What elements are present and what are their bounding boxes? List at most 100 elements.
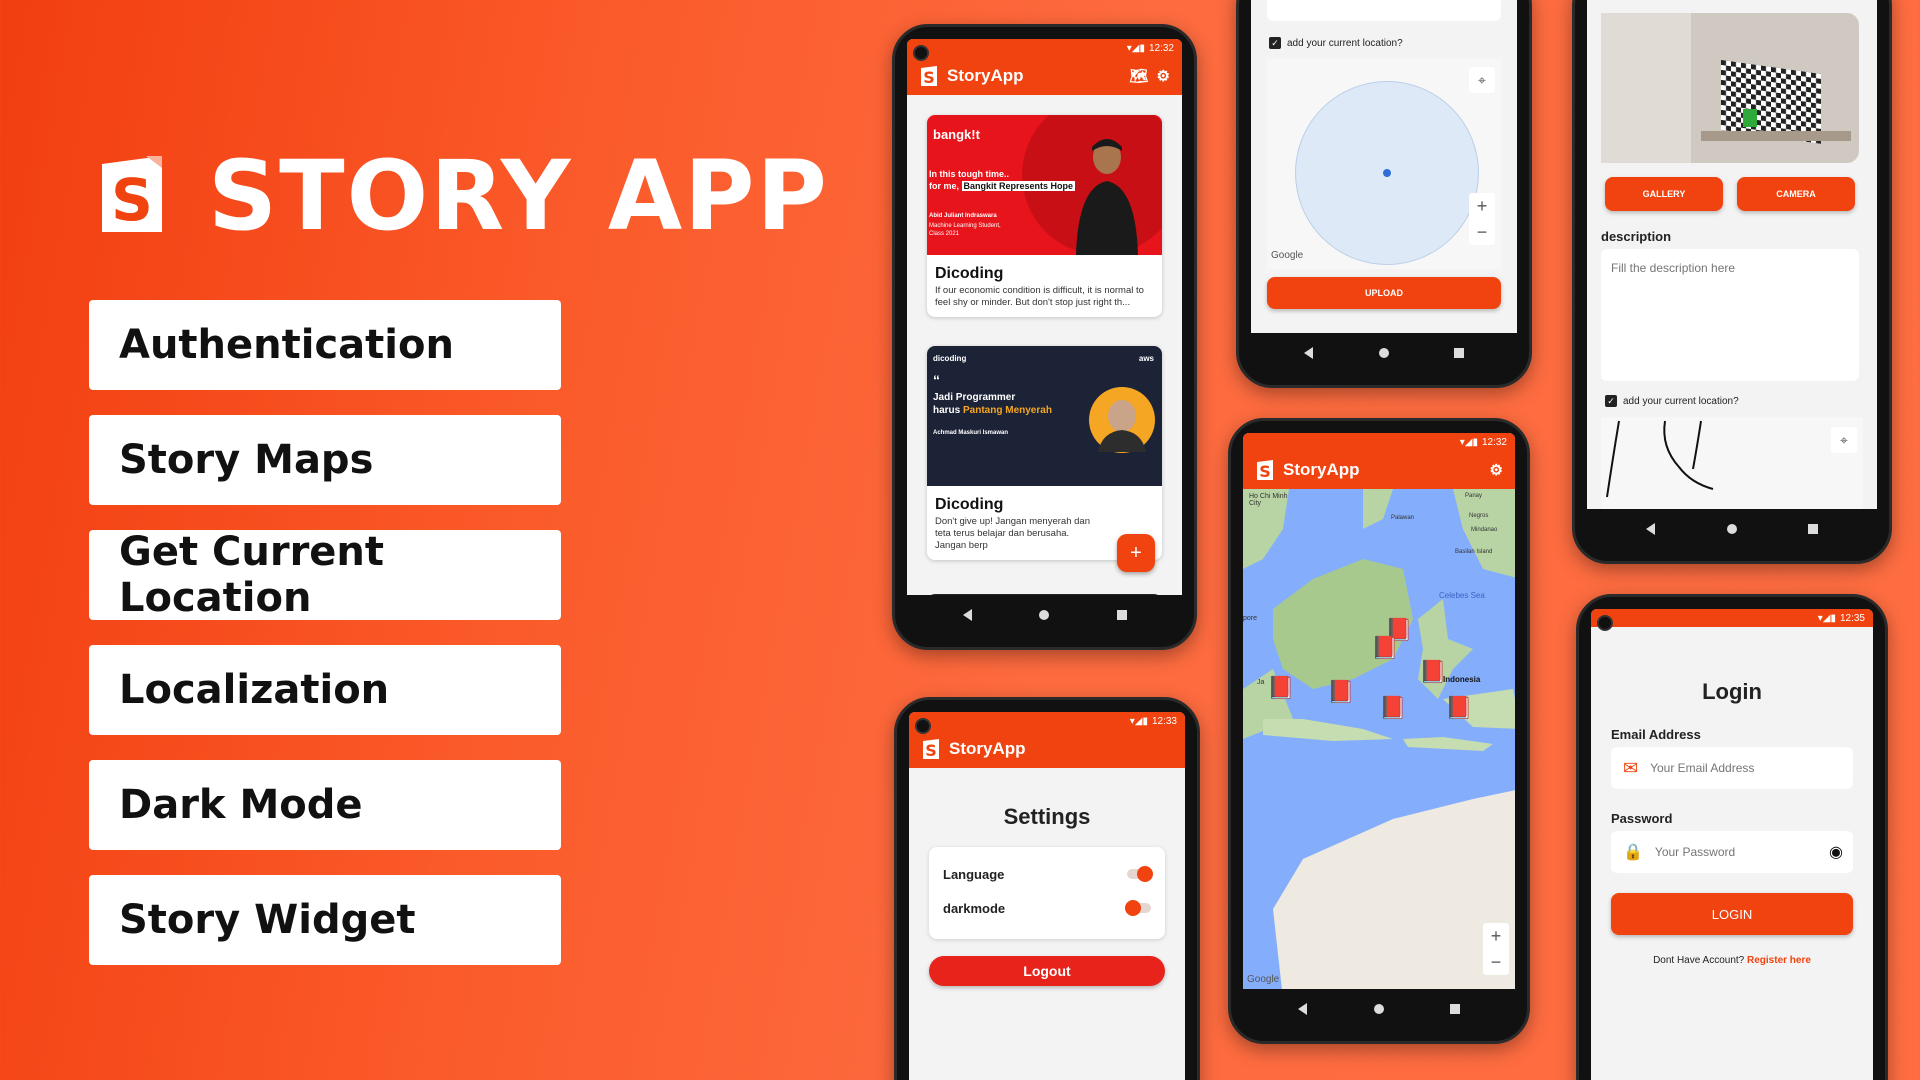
location-checkbox-row[interactable]: ✓ add your current location? (1605, 395, 1739, 407)
back-icon[interactable] (1646, 523, 1656, 535)
story-marker-icon[interactable]: 📕 (1445, 695, 1472, 721)
description-input[interactable] (1601, 249, 1859, 381)
feature-current-location: Get Current Location (89, 529, 561, 621)
story-marker-icon[interactable]: 📕 (1419, 659, 1446, 685)
quote-icon: “ (933, 372, 940, 388)
phone-settings: ▾◢▮ 12:33 S StoryApp Settings Language d… (894, 697, 1200, 1080)
map-label-city: Ho Chi Minh City (1249, 493, 1288, 507)
feature-story-maps: Story Maps (89, 415, 561, 505)
my-location-icon[interactable]: ⌖ (1469, 67, 1495, 93)
back-icon[interactable] (962, 609, 972, 621)
camera-button[interactable]: CAMERA (1737, 177, 1855, 211)
no-account-text: Dont Have Account? (1653, 955, 1745, 966)
zoom-out-icon[interactable]: − (1483, 949, 1509, 975)
map-label-palawan: Palawan (1391, 515, 1415, 521)
svg-text:S: S (923, 68, 935, 87)
darkmode-toggle[interactable] (1125, 900, 1151, 916)
banner-line1: In this tough time.. (929, 169, 1009, 179)
logout-button[interactable]: Logout (929, 956, 1165, 986)
home-icon[interactable] (1373, 1004, 1384, 1014)
wifi-icon: ▾◢▮ (1126, 42, 1145, 54)
my-location-icon[interactable]: ⌖ (1831, 427, 1857, 453)
phone-map: ▾◢▮ 12:32 S StoryApp ⚙ Ho Chi Minh City … (1228, 418, 1530, 1044)
svg-text:S: S (1259, 462, 1271, 481)
language-label: Language (943, 867, 1005, 882)
story-marker-icon[interactable]: 📕 (1379, 695, 1406, 721)
eye-icon[interactable]: ◉ (1829, 842, 1843, 862)
location-checkbox-label: add your current location? (1623, 395, 1739, 407)
description-field[interactable] (1267, 0, 1501, 21)
checkbox-checked-icon[interactable]: ✓ (1269, 37, 1281, 49)
map-label-basilan: Basilan Island (1455, 549, 1493, 555)
banner-brand: bangk!t (933, 127, 980, 142)
android-nav-bar (895, 595, 1194, 635)
home-icon[interactable] (1039, 610, 1049, 620)
recents-icon[interactable] (1807, 524, 1818, 534)
gallery-button[interactable]: GALLERY (1605, 177, 1723, 211)
status-time: 12:35 (1839, 612, 1865, 624)
back-icon[interactable] (1297, 1003, 1307, 1015)
map-land (1243, 489, 1515, 989)
story-name: Dicoding (935, 265, 1004, 282)
app-name: StoryApp (947, 66, 1024, 85)
zoom-in-icon[interactable]: + (1469, 193, 1495, 219)
language-toggle[interactable] (1127, 866, 1153, 882)
story-marker-icon[interactable]: 📕 (1371, 635, 1398, 661)
google-watermark: Google (1271, 250, 1304, 261)
banner-line2: harus (933, 405, 964, 416)
app-name: StoryApp (949, 739, 1026, 758)
status-time: 12:32 (1481, 436, 1507, 448)
hero-title: STORY APP (208, 140, 829, 252)
story-card[interactable]: dicoding aws “ Jadi Programmer harus Pan… (927, 346, 1162, 560)
map-icon[interactable]: 🗺 (1130, 67, 1149, 85)
person-photo (1089, 387, 1155, 453)
register-link[interactable]: Register here (1747, 955, 1811, 966)
feature-story-widget: Story Widget (89, 875, 561, 965)
zoom-in-icon[interactable]: + (1483, 923, 1509, 949)
location-map[interactable]: ⌖ (1601, 417, 1863, 509)
story-card[interactable]: bangk!t In this tough time.. for me, Ban… (927, 115, 1162, 317)
password-input[interactable] (1654, 845, 1805, 859)
story-marker-icon[interactable]: 📕 (1327, 679, 1354, 705)
location-checkbox-label: add your current location? (1287, 37, 1403, 49)
map-view[interactable]: ⌖ + − Google (1267, 59, 1501, 269)
login-button[interactable]: LOGIN (1611, 893, 1853, 935)
back-icon[interactable] (1304, 347, 1314, 359)
password-label: Password (1611, 811, 1673, 826)
checkbox-checked-icon[interactable]: ✓ (1605, 395, 1617, 407)
home-screen: ▾◢▮ 12:32 S StoryApp 🗺 ⚙ bangk!t In this… (907, 39, 1182, 595)
app-bar: S StoryApp ⚙ (1243, 451, 1515, 489)
zoom-controls: + − (1469, 193, 1495, 245)
android-nav-bar (1575, 509, 1889, 549)
recents-icon[interactable] (1450, 1004, 1461, 1014)
camera-cutout (915, 718, 931, 734)
settings-screen: ▾◢▮ 12:33 S StoryApp Settings Language d… (909, 712, 1185, 1080)
email-input[interactable] (1650, 761, 1831, 775)
story-marker-icon[interactable]: 📕 (1267, 675, 1294, 701)
map-label-mindanao: Mindanao (1471, 527, 1498, 533)
add-story-button[interactable]: + (1117, 534, 1155, 572)
story-app-logo-icon: S (102, 156, 162, 234)
current-location-marker (1383, 169, 1391, 177)
recents-icon[interactable] (1453, 348, 1464, 358)
gear-icon[interactable]: ⚙ (1490, 461, 1503, 479)
banner-highlight: Bangkit Represents Hope (961, 181, 1076, 191)
banner-partner: aws (1138, 354, 1154, 363)
email-field[interactable]: ✉ (1611, 747, 1853, 789)
darkmode-label: darkmode (943, 901, 1006, 916)
banner-line2: for me, (929, 181, 962, 191)
gear-icon[interactable]: ⚙ (1157, 67, 1170, 85)
zoom-out-icon[interactable]: − (1469, 219, 1495, 245)
story-map[interactable]: Ho Chi Minh City Panay Palawan Negros Mi… (1243, 489, 1515, 989)
home-icon[interactable] (1726, 524, 1737, 534)
login-title: Login (1702, 679, 1762, 704)
recents-icon[interactable] (1116, 610, 1127, 620)
story-description: Don't give up! Jangan menyerah dan teta … (935, 516, 1090, 551)
upload-button[interactable]: UPLOAD (1267, 277, 1501, 309)
password-field[interactable]: 🔒 ◉ (1611, 831, 1853, 873)
login-screen: ▾◢▮ 12:35 Login Email Address ✉ Password… (1591, 609, 1873, 1080)
location-checkbox-row[interactable]: ✓ add your current location? (1269, 37, 1403, 49)
story-preview-image (1601, 13, 1859, 163)
home-icon[interactable] (1378, 348, 1389, 358)
status-bar: ▾◢▮ 12:33 (909, 712, 1185, 730)
